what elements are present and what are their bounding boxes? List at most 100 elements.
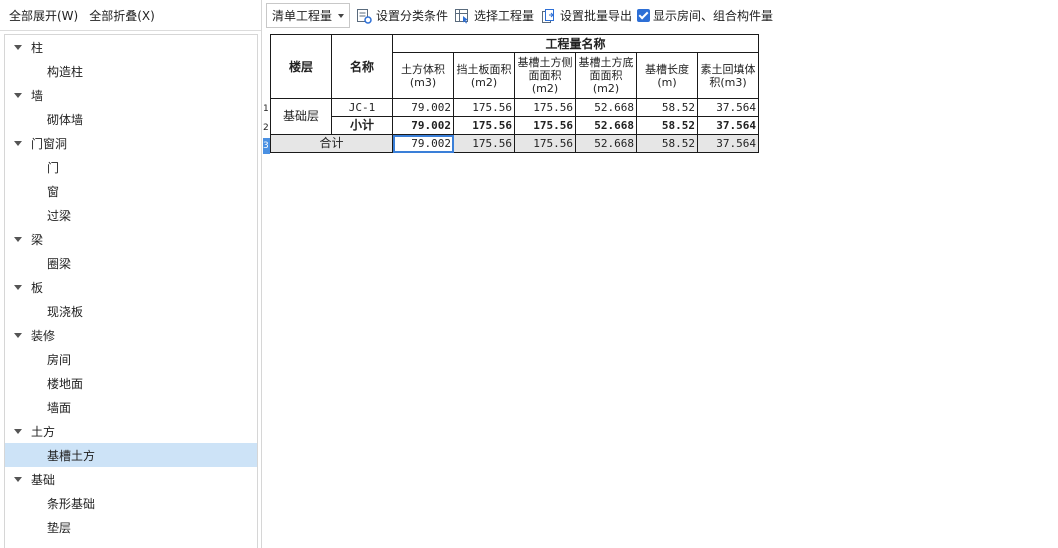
tree-group[interactable]: 门窗洞	[5, 131, 257, 155]
expand-caret-icon[interactable]	[13, 330, 23, 340]
value-cell[interactable]: 79.002	[392, 116, 454, 135]
tree-item[interactable]: 垫层	[5, 515, 257, 539]
quantity-type-select[interactable]: 清单工程量	[266, 3, 350, 28]
tree-item-label: 砌体墙	[47, 112, 84, 127]
tree-item[interactable]: 现浇板	[5, 299, 257, 323]
floor-column-header: 楼层	[270, 34, 332, 99]
tree-item[interactable]: 条形基础	[5, 491, 257, 515]
value-cell[interactable]: 175.56	[453, 116, 515, 135]
row-number-active: 3	[263, 138, 270, 154]
total-label[interactable]: 合计	[270, 134, 393, 153]
row-number: 1	[263, 104, 269, 114]
value-cell[interactable]: 79.002	[392, 98, 454, 117]
value-cell[interactable]: 58.52	[636, 98, 698, 117]
tree-group-label: 土方	[31, 424, 56, 439]
quantity-group-header: 工程量名称	[392, 34, 759, 53]
expand-caret-icon[interactable]	[13, 282, 23, 292]
expand-caret-icon[interactable]	[13, 90, 23, 100]
filter-settings-icon	[357, 8, 372, 24]
value-cell[interactable]: 175.56	[514, 98, 576, 117]
tree-item[interactable]: 圈梁	[5, 251, 257, 275]
tree-group-label: 板	[31, 280, 44, 295]
value-cell[interactable]: 175.56	[514, 116, 576, 135]
tree-item[interactable]: 楼地面	[5, 371, 257, 395]
floor-cell[interactable]: 基础层	[270, 98, 332, 135]
show-rooms-checkbox[interactable]: 显示房间、组合构件量	[637, 7, 773, 24]
tree-group[interactable]: 基础	[5, 467, 257, 491]
tree-item-label: 构造柱	[47, 64, 84, 79]
expand-all-button[interactable]: 全部展开(W)	[9, 7, 78, 24]
tree-group[interactable]: 梁	[5, 227, 257, 251]
tree-item[interactable]: 房间	[5, 347, 257, 371]
value-cell-selected[interactable]: 79.002	[392, 134, 454, 153]
tree-item[interactable]: 墙面	[5, 395, 257, 419]
column-header: 基槽土方底面面积(m2)	[575, 52, 637, 99]
batch-export-label: 设置批量导出	[560, 9, 633, 23]
tree-item-label: 窗	[47, 184, 60, 199]
tree-group[interactable]: 墙	[5, 83, 257, 107]
value-cell[interactable]: 58.52	[636, 116, 698, 135]
tree-group[interactable]: 板	[5, 275, 257, 299]
collapse-all-button[interactable]: 全部折叠(X)	[89, 7, 155, 24]
component-tree: 柱构造柱墙砌体墙门窗洞门窗过梁梁圈梁板现浇板装修房间楼地面墙面土方基槽土方基础条…	[4, 34, 258, 548]
subtotal-row: 小计 79.002 175.56 175.56 52.668 58.52 37.…	[271, 116, 759, 135]
value-cell[interactable]: 37.564	[697, 134, 759, 153]
value-cell[interactable]: 52.668	[575, 98, 637, 117]
tree-item-label: 现浇板	[47, 304, 84, 319]
name-column-header: 名称	[331, 34, 393, 99]
value-cell[interactable]: 37.564	[697, 98, 759, 117]
export-icon	[542, 8, 555, 23]
tree-group[interactable]: 柱	[5, 35, 257, 59]
value-cell[interactable]: 52.668	[575, 116, 637, 135]
expand-caret-icon[interactable]	[13, 234, 23, 244]
tree-item-label: 墙面	[47, 400, 72, 415]
set-category-label: 设置分类条件	[376, 9, 449, 23]
batch-export-button[interactable]: 设置批量导出	[540, 7, 632, 24]
left-toolbar: 全部展开(W) 全部折叠(X)	[0, 0, 261, 31]
column-header: 素土回填体积(m3)	[697, 52, 759, 99]
expand-caret-icon[interactable]	[13, 474, 23, 484]
tree-item[interactable]: 过梁	[5, 203, 257, 227]
value-cell[interactable]: 175.56	[514, 134, 576, 153]
tree-item[interactable]: 窗	[5, 179, 257, 203]
tree-item[interactable]: 构造柱	[5, 59, 257, 83]
tree-group[interactable]: 装修	[5, 323, 257, 347]
tree-item-label: 垫层	[47, 520, 72, 535]
left-panel: 全部展开(W) 全部折叠(X) 柱构造柱墙砌体墙门窗洞门窗过梁梁圈梁板现浇板装修…	[0, 0, 262, 548]
tree-group[interactable]: 土方	[5, 419, 257, 443]
tree-item[interactable]: 门	[5, 155, 257, 179]
set-category-button[interactable]: 设置分类条件	[356, 7, 448, 24]
chevron-down-icon	[338, 13, 344, 18]
checkbox-checked-icon	[637, 9, 651, 22]
tree-item-label: 楼地面	[47, 376, 84, 391]
table-row: 基础层 JC-1 79.002 175.56 175.56 52.668 58.…	[270, 98, 759, 135]
column-header: 基槽长度(m)	[636, 52, 698, 99]
main-toolbar: 清单工程量 设置分类条件 选择工程量 设置批量导出 显示房间、组合构件量	[265, 0, 1058, 31]
tree-group-label: 装修	[31, 328, 56, 343]
value-cell[interactable]: 52.668	[575, 134, 637, 153]
tree-item[interactable]: 基槽土方	[5, 443, 257, 467]
tree-item-label: 基槽土方	[47, 448, 96, 463]
component-name-cell[interactable]: JC-1	[331, 98, 393, 117]
expand-caret-icon[interactable]	[13, 138, 23, 148]
subtotal-label[interactable]: 小计	[331, 116, 393, 135]
value-cell[interactable]: 175.56	[453, 134, 515, 153]
tree-item-label: 圈梁	[47, 256, 72, 271]
show-rooms-label: 显示房间、组合构件量	[653, 9, 774, 23]
expand-caret-icon[interactable]	[13, 426, 23, 436]
column-header: 挡土板面积(m2)	[453, 52, 515, 99]
quantity-table: 楼层 名称 工程量名称 土方体积(m3) 挡土板面积(m2) 基槽土方侧面面积(…	[270, 34, 759, 153]
value-cell[interactable]: 58.52	[636, 134, 698, 153]
value-cell[interactable]: 175.56	[453, 98, 515, 117]
total-row: 合计 79.002 175.56 175.56 52.668 58.52 37.…	[270, 134, 759, 153]
tree-item-label: 门	[47, 160, 60, 175]
value-cell[interactable]: 37.564	[697, 116, 759, 135]
column-header: 基槽土方侧面面积(m2)	[514, 52, 576, 99]
tree-item[interactable]: 砌体墙	[5, 107, 257, 131]
tree-group-label: 柱	[31, 40, 44, 55]
quantity-type-value: 清单工程量	[272, 9, 333, 23]
tree-group-label: 基础	[31, 472, 56, 487]
select-quantity-button[interactable]: 选择工程量	[454, 7, 534, 24]
tree-item-label: 条形基础	[47, 496, 96, 511]
expand-caret-icon[interactable]	[13, 42, 23, 52]
